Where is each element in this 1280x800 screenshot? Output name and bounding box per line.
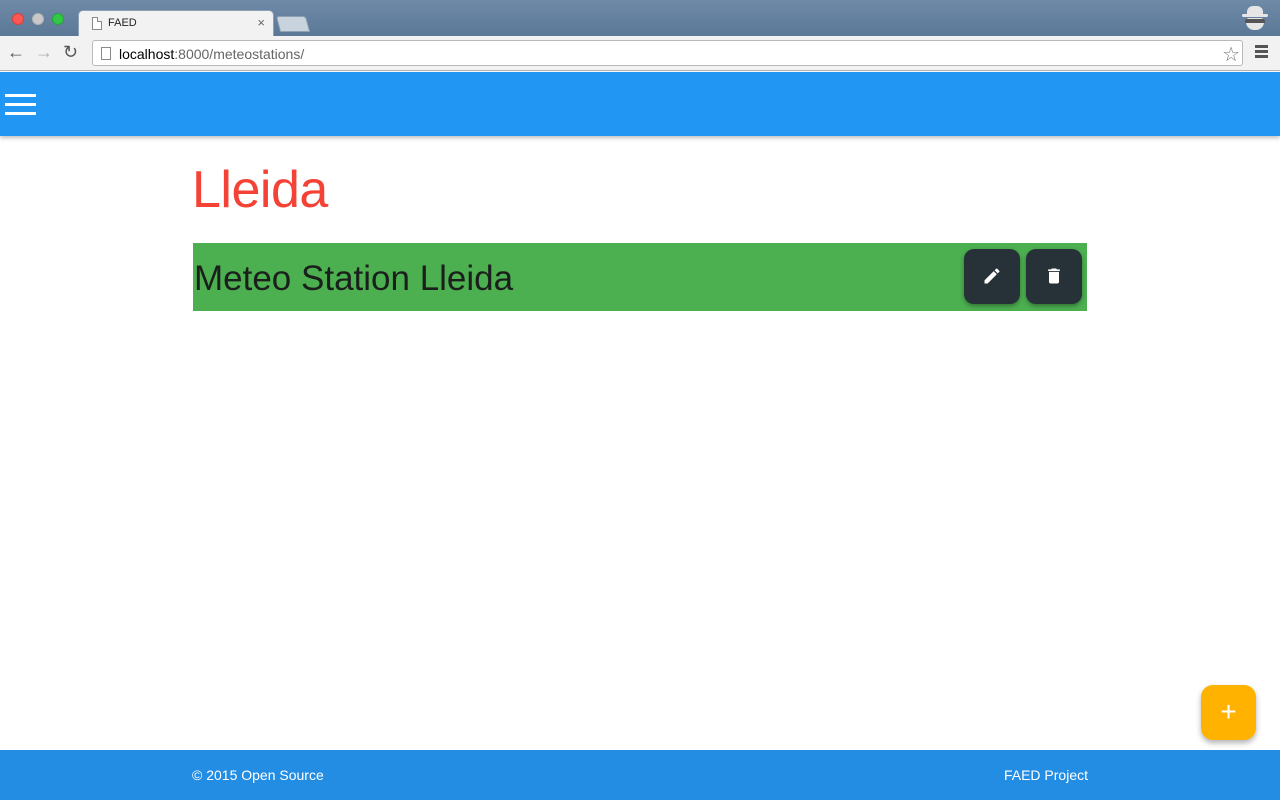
footer-project: FAED Project (1003, 767, 1088, 783)
edit-button[interactable] (964, 249, 1020, 304)
tab-title: FAED (108, 17, 137, 29)
footer-copyright: © 2015 Open Source (192, 767, 324, 783)
new-tab-button[interactable] (275, 16, 311, 32)
page-icon (101, 47, 111, 60)
window-minimize-button[interactable] (32, 13, 44, 25)
browser-toolbar: ← → ↻ localhost:8000/meteostations/ ☆ (0, 36, 1280, 71)
station-list-item: Meteo Station Lleida (193, 243, 1087, 311)
page-title: Lleida (192, 161, 328, 219)
station-name[interactable]: Meteo Station Lleida (194, 259, 513, 299)
browser-tab[interactable]: FAED × (78, 10, 274, 36)
footer: © 2015 Open Source FAED Project (0, 750, 1280, 800)
bookmark-star-icon[interactable]: ☆ (1222, 42, 1240, 67)
trash-icon (1048, 268, 1060, 284)
app-header (0, 72, 1280, 136)
delete-button[interactable] (1026, 249, 1082, 304)
back-arrow-icon[interactable]: ← (7, 42, 25, 62)
forward-arrow-icon[interactable]: → (35, 42, 53, 62)
reload-icon[interactable]: ↻ (63, 42, 78, 62)
address-bar[interactable]: localhost:8000/meteostations/ ☆ (92, 40, 1243, 66)
plus-icon: + (1220, 696, 1237, 727)
window-maximize-button[interactable] (52, 13, 64, 25)
incognito-icon (1240, 4, 1270, 34)
add-station-button[interactable]: + (1201, 685, 1256, 740)
window-close-button[interactable] (12, 13, 24, 25)
document-icon (92, 17, 102, 30)
browser-titlebar: FAED × (0, 0, 1280, 36)
hamburger-menu-icon[interactable] (5, 94, 36, 116)
url-text[interactable]: localhost:8000/meteostations/ (119, 46, 304, 62)
tab-close-icon[interactable]: × (257, 15, 265, 30)
browser-menu-icon[interactable] (1255, 45, 1268, 60)
pencil-icon (984, 268, 1000, 284)
